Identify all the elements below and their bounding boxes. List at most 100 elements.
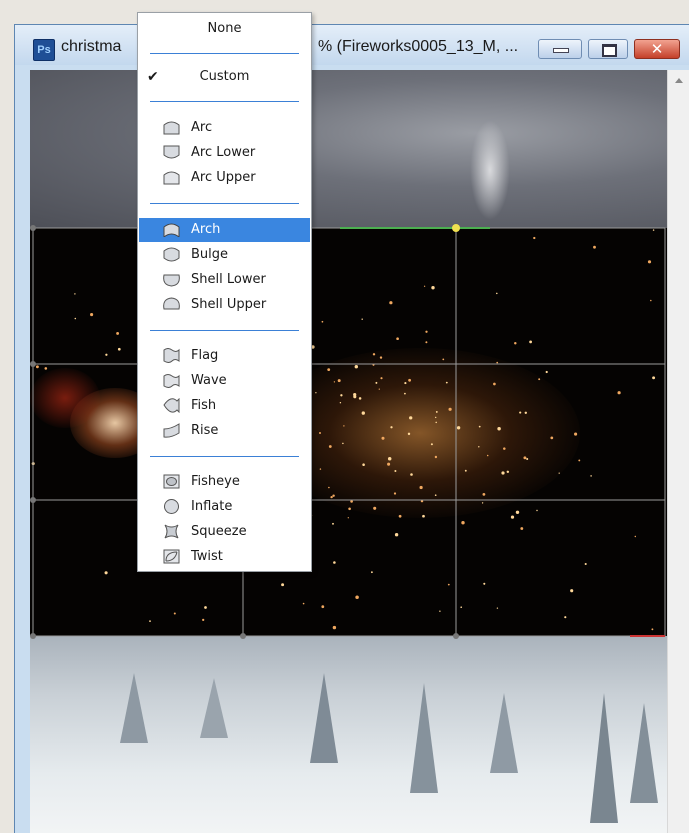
firework-spark	[90, 313, 94, 317]
firework-spark	[448, 407, 452, 411]
firework-spark	[348, 507, 351, 511]
firework-spark	[478, 425, 481, 428]
firework-spark	[501, 471, 505, 475]
firework-spark	[456, 426, 461, 430]
bulge-icon	[163, 247, 180, 262]
menu-item-flag[interactable]: Flag	[139, 344, 310, 368]
firework-spark	[510, 515, 515, 519]
firework-spark	[506, 470, 510, 474]
menu-separator	[150, 330, 299, 331]
menu-item-rise[interactable]: Rise	[139, 419, 310, 443]
firework-spark	[558, 472, 560, 474]
close-button[interactable]: ✕	[634, 39, 680, 59]
firework-spark	[529, 340, 532, 344]
firework-spark	[519, 411, 522, 414]
menu-item-label: Inflate	[191, 499, 233, 514]
snow-tree	[200, 678, 228, 738]
firework-spark	[149, 620, 151, 622]
firework-spark	[652, 376, 656, 380]
menu-item-arch[interactable]: Arch	[139, 218, 310, 242]
firework-spark	[319, 468, 322, 470]
firework-spark	[464, 469, 467, 472]
menu-item-arc[interactable]: Arc	[139, 116, 310, 140]
menu-item-label: Custom	[199, 69, 250, 84]
vertical-scrollbar[interactable]	[667, 70, 689, 833]
firework-spark	[617, 391, 621, 395]
firework-spark	[481, 502, 484, 504]
firework-spark	[371, 571, 373, 574]
firework-spark	[389, 301, 393, 305]
menu-item-twist[interactable]: Twist	[139, 545, 310, 569]
menu-item-label: Flag	[191, 348, 219, 363]
menu-item-label: Arc Upper	[191, 170, 256, 185]
firework-spark	[315, 392, 317, 394]
menu-separator	[150, 53, 299, 54]
firework-spark	[634, 535, 637, 538]
menu-item-squeeze[interactable]: Squeeze	[139, 520, 310, 544]
snow-landscape-layer	[30, 636, 667, 833]
firework-spark	[593, 245, 596, 249]
firework-spark	[460, 606, 463, 609]
menu-item-label: Bulge	[191, 247, 229, 262]
window-title-left: christma	[61, 38, 122, 55]
menu-item-arc-lower[interactable]: Arc Lower	[139, 141, 310, 165]
firework-spark	[514, 341, 517, 345]
firework-spark	[407, 432, 411, 436]
firework-spark	[372, 353, 376, 356]
firework-spark	[409, 416, 413, 420]
menu-item-inflate[interactable]: Inflate	[139, 495, 310, 519]
menu-item-wave[interactable]: Wave	[139, 369, 310, 393]
menu-item-none[interactable]: None	[139, 17, 310, 41]
firework-spark	[533, 236, 536, 240]
firework-spark	[373, 506, 377, 510]
menu-item-arc-upper[interactable]: Arc Upper	[139, 166, 310, 190]
close-icon: ✕	[650, 40, 664, 58]
firework-spark	[523, 456, 527, 460]
firework-spark	[434, 455, 438, 459]
firework-spark	[455, 228, 458, 231]
firework-spark	[434, 494, 437, 497]
menu-item-fish[interactable]: Fish	[139, 394, 310, 418]
firework-spark	[439, 610, 441, 612]
menu-item-label: Arc Lower	[191, 145, 256, 160]
firework-spark	[347, 517, 349, 519]
maximize-button[interactable]	[588, 39, 628, 59]
menu-item-fisheye[interactable]: Fisheye	[139, 470, 310, 494]
firework-spark	[332, 625, 337, 630]
firework-spark	[394, 533, 399, 537]
menu-item-shell-lower[interactable]: Shell Lower	[139, 268, 310, 292]
arc-icon	[163, 121, 180, 135]
menu-item-shell-upper[interactable]: Shell Upper	[139, 293, 310, 317]
firework-spark	[328, 486, 330, 489]
firework-spark	[578, 459, 581, 462]
title-bar[interactable]: Ps christma % (Fireworks0005_13_M, ... ✕	[15, 25, 689, 65]
smoke-plume	[470, 120, 510, 220]
snow-tree	[490, 693, 518, 773]
firework-spark	[333, 381, 336, 383]
firework-spark	[327, 368, 331, 372]
image-canvas[interactable]	[30, 70, 667, 833]
firework-spark	[117, 347, 121, 351]
firework-spark	[497, 426, 501, 431]
firework-spark	[74, 317, 77, 320]
fisheye-icon	[163, 474, 180, 489]
firework-spark	[550, 436, 554, 440]
snow-tree	[630, 703, 658, 803]
firework-spark	[387, 462, 391, 466]
firework-spark	[496, 292, 498, 295]
menu-separator	[150, 101, 299, 102]
menu-item-bulge[interactable]: Bulge	[139, 243, 310, 267]
minimize-button[interactable]	[538, 39, 582, 59]
firework-spark	[330, 495, 333, 499]
scroll-up-arrow-icon[interactable]	[675, 78, 683, 83]
snow-tree	[120, 673, 148, 743]
firework-spark	[358, 397, 362, 400]
arc-upper-icon	[163, 171, 180, 185]
firework-spark	[319, 432, 321, 434]
firework-spark	[652, 229, 655, 231]
firework-spark	[31, 462, 35, 466]
snow-tree	[310, 673, 338, 763]
menu-item-custom[interactable]: ✔ Custom	[139, 65, 310, 89]
firework-spark	[362, 463, 365, 466]
photoshop-icon: Ps	[33, 39, 55, 61]
